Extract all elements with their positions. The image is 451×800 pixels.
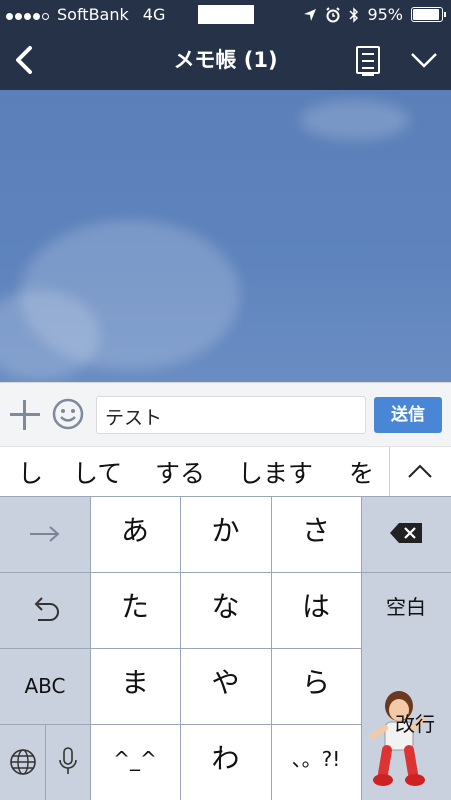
suggestion-item[interactable]: します — [238, 454, 313, 490]
message-field[interactable]: テスト — [96, 396, 366, 434]
signal-strength-icon — [6, 5, 51, 24]
chevron-up-icon[interactable] — [405, 461, 435, 481]
battery-percent: 95% — [367, 5, 403, 24]
add-icon[interactable] — [10, 400, 40, 430]
undo-key[interactable] — [0, 572, 90, 648]
suggestion-item[interactable]: して — [73, 454, 122, 490]
emoji-icon[interactable] — [52, 398, 84, 430]
next-key[interactable] — [0, 496, 90, 572]
title-bar: メモ帳 (1) — [0, 30, 451, 90]
divider — [90, 496, 91, 800]
kana-key[interactable]: ま — [90, 648, 180, 724]
backspace-icon — [390, 523, 422, 543]
suggestion-item[interactable]: し — [18, 454, 43, 490]
network-type: 4G — [142, 5, 166, 24]
divider — [0, 572, 451, 573]
kana-key[interactable]: ら — [271, 648, 361, 724]
emoticon-key[interactable]: ^_^ — [90, 724, 180, 800]
chevron-down-icon[interactable] — [410, 50, 438, 70]
bluetooth-icon — [349, 6, 359, 23]
kana-key[interactable]: た — [90, 572, 180, 648]
kana-key[interactable]: わ — [180, 724, 271, 800]
space-key[interactable]: 空白 — [361, 572, 451, 648]
globe-key[interactable] — [0, 724, 45, 800]
divider — [180, 496, 181, 800]
page-title: メモ帳 (1) — [173, 48, 278, 72]
divider — [271, 496, 272, 800]
message-input-bar: テスト 送信 — [0, 382, 451, 447]
redacted-box — [198, 5, 254, 24]
kana-key[interactable]: や — [180, 648, 271, 724]
send-button[interactable]: 送信 — [374, 397, 442, 433]
carrier-name: SoftBank — [57, 5, 129, 24]
alarm-icon — [326, 6, 341, 22]
microphone-icon — [58, 747, 77, 774]
divider — [389, 447, 390, 497]
keyboard: ABC あ か さ た な は ま や ら ^_^ わ 、。?! 空白 改行 — [0, 496, 451, 800]
suggestion-bar: し して する します を — [0, 446, 451, 497]
suggestion-item[interactable]: を — [349, 454, 374, 490]
status-bar: SoftBank 4G 95% — [0, 0, 451, 30]
abc-key[interactable]: ABC — [0, 648, 90, 724]
kana-key[interactable]: あ — [90, 496, 180, 572]
mascot-character — [370, 691, 426, 786]
chat-area[interactable] — [0, 90, 451, 382]
return-key-label: 改行 — [395, 712, 435, 736]
kana-key[interactable]: な — [180, 572, 271, 648]
divider — [0, 496, 451, 497]
divider — [45, 724, 46, 800]
arrow-right-icon — [30, 526, 60, 542]
punctuation-key[interactable]: 、。?! — [271, 724, 361, 800]
divider — [361, 496, 362, 800]
kana-key[interactable]: か — [180, 496, 271, 572]
notes-icon[interactable] — [356, 46, 380, 76]
location-arrow-icon — [304, 8, 317, 21]
mic-key[interactable] — [45, 724, 90, 800]
suggestion-item[interactable]: する — [155, 454, 205, 490]
kana-key[interactable]: さ — [271, 496, 361, 572]
battery-icon — [411, 7, 446, 22]
header: SoftBank 4G 95% メモ帳 (1) — [0, 0, 451, 90]
undo-icon — [34, 597, 59, 621]
background-cloud — [300, 100, 410, 140]
return-key[interactable]: 改行 — [361, 648, 451, 800]
kana-key[interactable]: は — [271, 572, 361, 648]
delete-key[interactable] — [361, 496, 451, 572]
globe-icon — [9, 749, 36, 775]
